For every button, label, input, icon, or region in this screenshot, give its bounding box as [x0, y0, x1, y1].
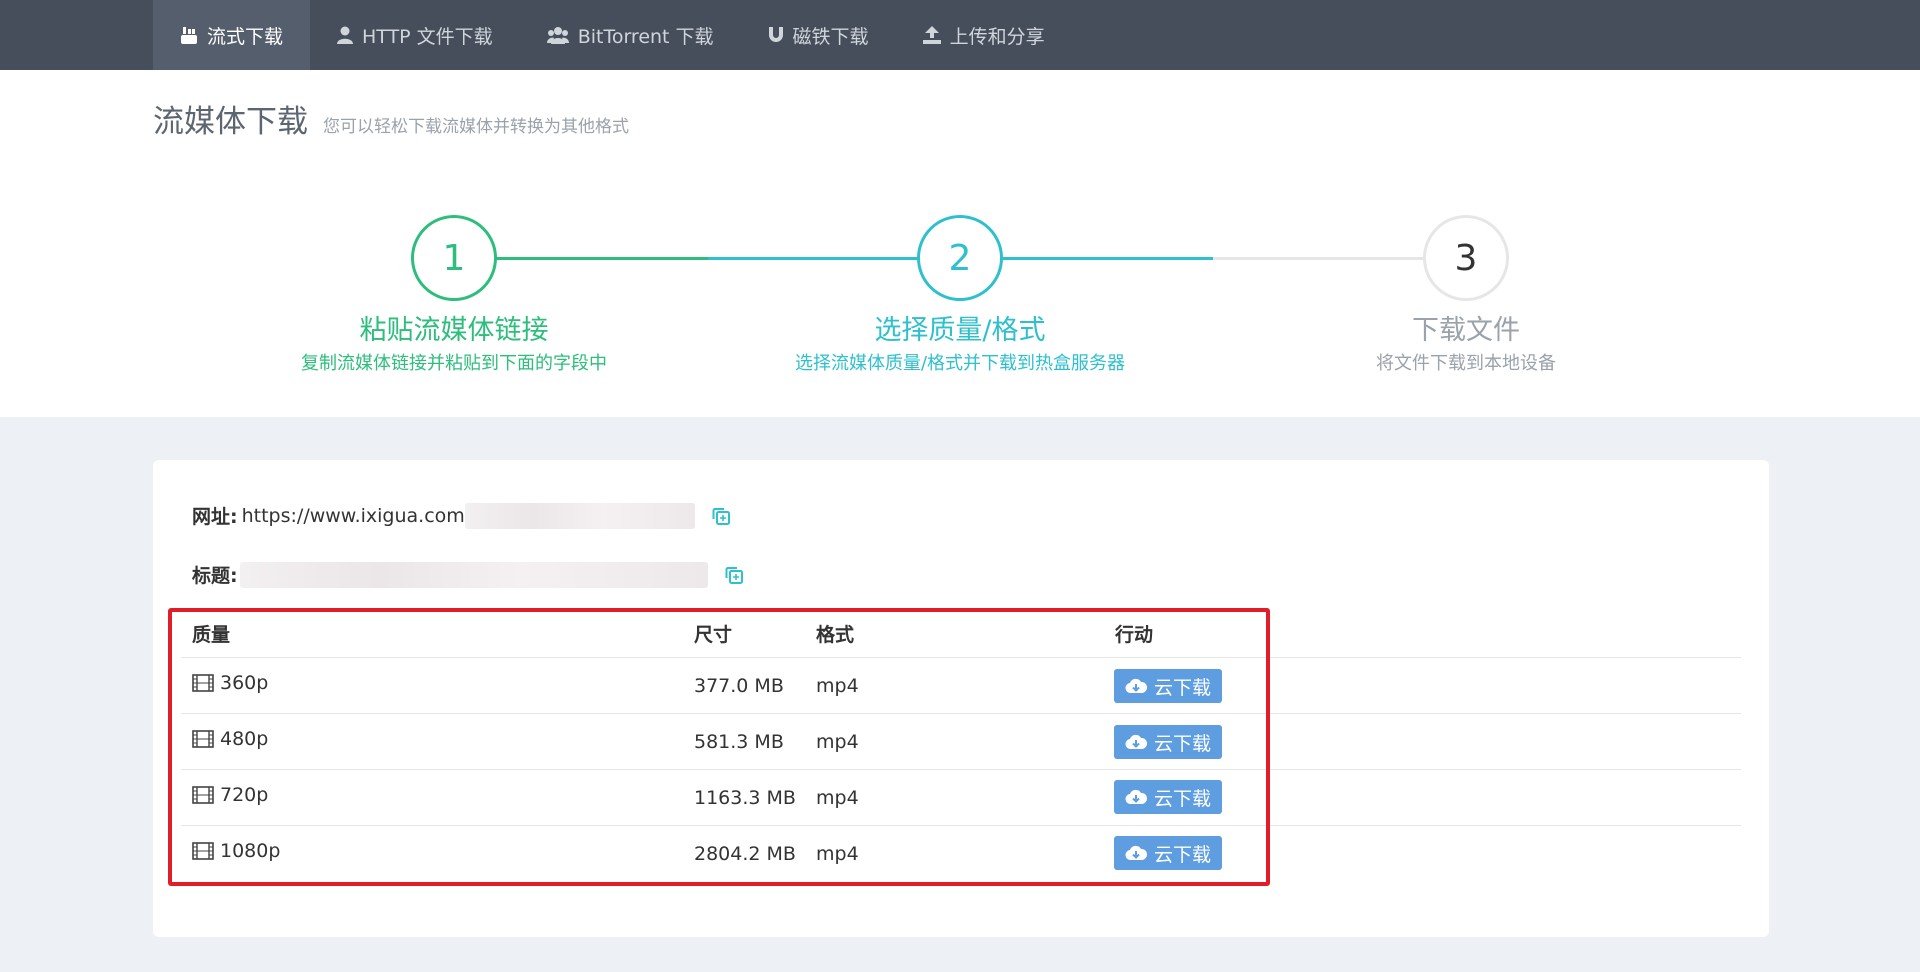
magnet-icon — [768, 26, 784, 44]
nav-label: BitTorrent 下载 — [577, 25, 714, 48]
table-row-quality: 1080p — [192, 840, 280, 862]
table-row-size: 1163.3 MB — [694, 787, 796, 809]
table-row-size: 581.3 MB — [694, 731, 784, 753]
cloud-download-icon — [1125, 789, 1147, 805]
film-icon — [192, 842, 214, 860]
quality-value: 1080p — [220, 840, 281, 862]
cloud-download-icon — [1125, 845, 1147, 861]
film-icon — [192, 786, 214, 804]
cloud-download-icon — [1125, 734, 1147, 750]
nav-label: 磁铁下载 — [792, 25, 869, 48]
film-icon — [192, 674, 214, 692]
top-navbar: 流式下载 HTTP 文件下载 BitTorrent 下载 磁铁下载 上传和分享 — [0, 0, 1920, 70]
nav-item-http-download[interactable]: HTTP 文件下载 — [310, 0, 520, 70]
row-divider — [181, 713, 1741, 714]
copy-title-icon[interactable] — [724, 565, 744, 585]
step-number: 1 — [442, 237, 466, 279]
button-label: 云下载 — [1153, 843, 1211, 866]
col-header-size: 尺寸 — [694, 624, 733, 646]
step-title-2: 选择质量/格式 — [874, 315, 1046, 346]
user-icon — [337, 26, 354, 44]
upload-icon — [922, 26, 941, 44]
step-circle-1: 1 — [411, 215, 497, 301]
copy-url-icon[interactable] — [711, 506, 731, 526]
table-row-quality: 720p — [192, 784, 268, 806]
table-row-format: mp4 — [816, 843, 859, 865]
table-row-format: mp4 — [816, 731, 859, 753]
cloud-download-button[interactable]: 云下载 — [1114, 669, 1222, 703]
cloud-download-icon — [1125, 678, 1147, 694]
step-number: 3 — [1454, 237, 1478, 279]
nav-label: 流式下载 — [207, 25, 284, 48]
row-divider — [181, 825, 1741, 826]
quality-value: 480p — [220, 728, 269, 750]
nav-item-bittorrent-download[interactable]: BitTorrent 下载 — [520, 0, 741, 70]
table-row-size: 377.0 MB — [694, 675, 784, 697]
nav-label: HTTP 文件下载 — [362, 25, 493, 48]
table-row-quality: 480p — [192, 728, 268, 750]
col-header-quality: 质量 — [192, 624, 231, 646]
url-row: 网址: https://www.ixigua.com — [192, 502, 731, 529]
step-number: 2 — [948, 237, 972, 279]
step-title-1: 粘贴流媒体链接 — [359, 315, 549, 346]
step-circle-2: 2 — [917, 215, 1003, 301]
nav-item-upload-share[interactable]: 上传和分享 — [896, 0, 1072, 70]
step-desc-2: 选择流媒体质量/格式并下载到热盒服务器 — [794, 353, 1126, 374]
url-label: 网址: — [192, 506, 238, 528]
button-label: 云下载 — [1153, 732, 1211, 755]
quality-value: 360p — [220, 672, 269, 694]
url-redacted — [464, 502, 695, 529]
hero-section: 流媒体下载 您可以轻松下载流媒体并转换为其他格式 1 2 3 粘贴流媒体链接 复… — [0, 70, 1920, 417]
table-row-format: mp4 — [816, 787, 859, 809]
nav-label: 上传和分享 — [949, 25, 1045, 48]
result-card — [153, 460, 1769, 937]
nav-item-stream-download[interactable]: 流式下载 — [153, 0, 311, 70]
row-divider — [181, 769, 1741, 770]
title-label: 标题: — [192, 565, 238, 587]
nav-item-magnet-download[interactable]: 磁铁下载 — [741, 0, 896, 70]
button-label: 云下载 — [1153, 676, 1211, 699]
page-subtitle: 您可以轻松下载流媒体并转换为其他格式 — [323, 117, 629, 137]
col-header-action: 行动 — [1115, 624, 1154, 646]
step-desc-1: 复制流媒体链接并粘贴到下面的字段中 — [301, 353, 607, 374]
table-row-size: 2804.2 MB — [694, 843, 796, 865]
url-value: https://www.ixigua.com — [241, 504, 465, 527]
title-redacted — [239, 561, 708, 588]
cloud-download-button[interactable]: 云下载 — [1114, 780, 1222, 814]
quality-value: 720p — [220, 784, 269, 806]
users-icon — [546, 26, 569, 44]
step-title-3: 下载文件 — [1412, 315, 1520, 346]
nav-menu: 流式下载 HTTP 文件下载 BitTorrent 下载 磁铁下载 上传和分享 — [153, 0, 1072, 70]
step-circle-3: 3 — [1423, 215, 1509, 301]
col-header-format: 格式 — [816, 624, 855, 646]
table-row-quality: 360p — [192, 672, 268, 694]
title-row: 标题: — [192, 561, 744, 588]
button-label: 云下载 — [1153, 787, 1211, 810]
page-heading: 流媒体下载 — [153, 104, 308, 140]
film-icon — [192, 730, 214, 748]
cloud-download-button[interactable]: 云下载 — [1114, 836, 1222, 870]
youtube-icon — [180, 25, 198, 45]
row-divider — [181, 657, 1741, 658]
table-row-format: mp4 — [816, 675, 859, 697]
step-desc-3: 将文件下载到本地设备 — [1376, 353, 1556, 374]
cloud-download-button[interactable]: 云下载 — [1114, 725, 1222, 759]
page-title: 流媒体下载 您可以轻松下载流媒体并转换为其他格式 — [153, 96, 629, 141]
